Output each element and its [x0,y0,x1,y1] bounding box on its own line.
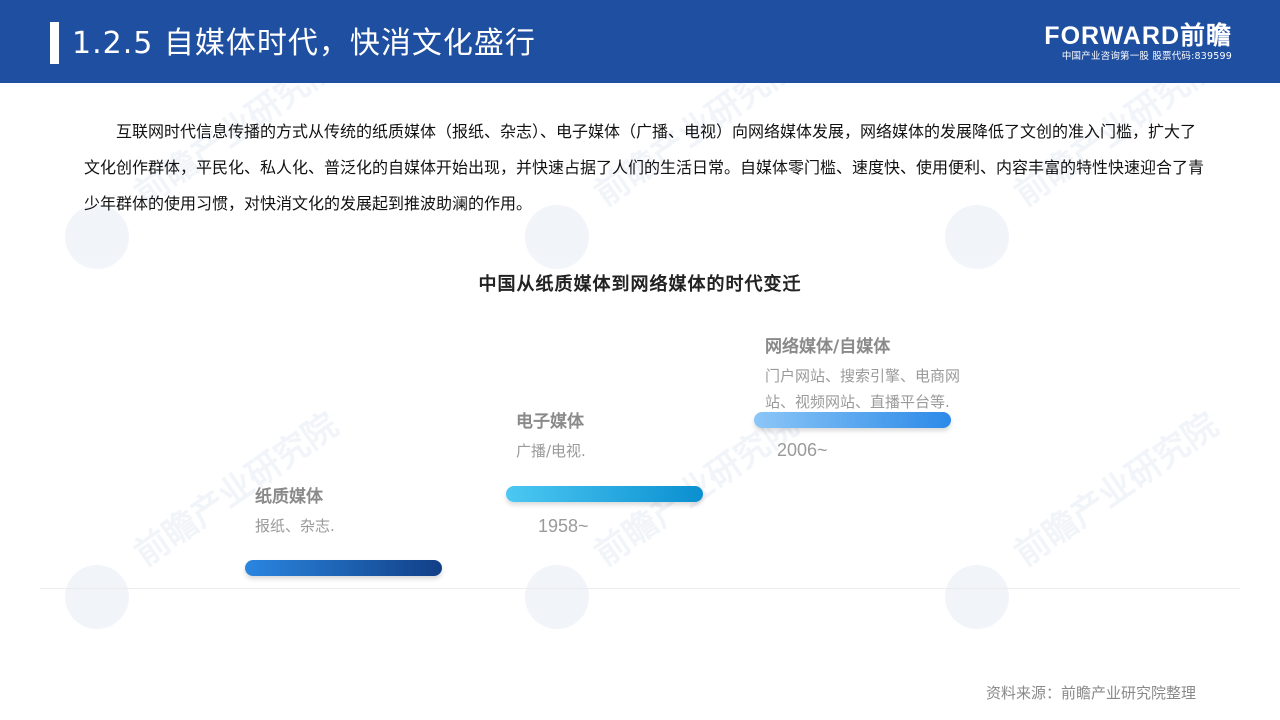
stage-description: 门户网站、搜索引擎、电商网站、视频网站、直播平台等. [765,367,961,411]
brand-logo: FORWARD前瞻 中国产业咨询第一股 股票代码:839599 [1037,22,1232,64]
watermark: 前瞻产业研究院 [65,405,345,685]
watermark: 前瞻产业研究院 [525,405,805,685]
watermark: 前瞻产业研究院 [945,405,1225,685]
intro-paragraph: 互联网时代信息传播的方式从传统的纸质媒体（报纸、杂志）、电子媒体（广播、电视）向… [84,122,1205,213]
watermark-logo-icon [525,565,589,629]
divider-line [40,588,1240,589]
stage-title: 纸质媒体 [255,487,323,507]
stage-bar-network [754,412,951,428]
source-note: 资料来源：前瞻产业研究院整理 [985,684,1196,702]
stage-description: 报纸、杂志. [255,517,335,535]
stage-title: 网络媒体/自媒体 [765,337,891,357]
header-accent-bar [50,22,59,64]
stage-bar-electronic [506,486,703,502]
stage-year: 1958~ [538,516,589,536]
header-banner: 1.2.5 自媒体时代，快消文化盛行 FORWARD前瞻 中国产业咨询第一股 股… [0,0,1280,83]
stage-network-media: 网络媒体/自媒体 门户网站、搜索引擎、电商网站、视频网站、直播平台等. [765,332,980,415]
watermark-logo-icon [945,565,1009,629]
logo-wordmark: FORWARD前瞻 [1044,22,1232,50]
page-title: 1.2.5 自媒体时代，快消文化盛行 [72,26,536,61]
stage-electronic-media: 电子媒体 广播/电视. [516,407,586,464]
logo-tagline: 中国产业咨询第一股 股票代码:839599 [1061,51,1232,62]
stage-paper-media: 纸质媒体 报纸、杂志. [255,482,335,539]
watermark-text: 前瞻产业研究院 [1007,405,1226,575]
stage-description: 广播/电视. [516,442,586,460]
diagram-title: 中国从纸质媒体到网络媒体的时代变迁 [478,274,802,295]
stage-title: 电子媒体 [516,412,584,432]
stage-year: 2006~ [777,440,828,460]
stage-bar-paper [245,560,442,576]
watermark-logo-icon [65,565,129,629]
